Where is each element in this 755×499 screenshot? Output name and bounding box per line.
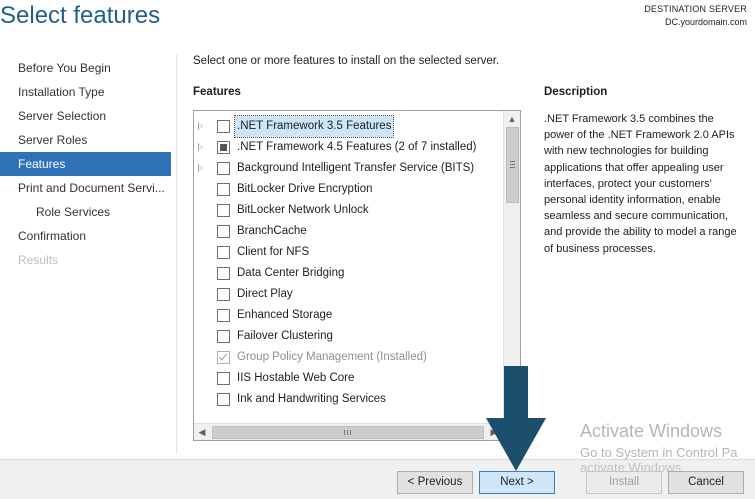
down-arrow-icon: [486, 366, 546, 471]
feature-checkbox[interactable]: [217, 120, 230, 133]
feature-label: BitLocker Network Unlock: [237, 204, 369, 216]
feature-row[interactable]: Enhanced Storage: [194, 305, 502, 326]
destination-server-label: DESTINATION SERVER: [644, 4, 747, 14]
feature-checkbox[interactable]: [217, 246, 230, 259]
feature-label: Failover Clustering: [237, 330, 333, 342]
features-list[interactable]: .NET Framework 3.5 Features .NET Framewor…: [193, 110, 521, 441]
expand-arrow-icon[interactable]: [198, 164, 203, 172]
grip-icon: [350, 430, 351, 435]
nav-item-before-you-begin[interactable]: Before You Begin: [0, 56, 171, 80]
feature-checkbox[interactable]: [217, 309, 230, 322]
grip-icon: [510, 164, 515, 165]
feature-label: IIS Hostable Web Core: [237, 372, 355, 384]
feature-row[interactable]: Direct Play: [194, 284, 502, 305]
feature-label: Client for NFS: [237, 246, 310, 258]
feature-row[interactable]: .NET Framework 4.5 Features (2 of 7 inst…: [194, 137, 502, 158]
scroll-up-icon[interactable]: ▲: [504, 111, 520, 127]
feature-label: Group Policy Management (Installed): [237, 351, 427, 363]
scroll-left-icon[interactable]: ◀: [194, 424, 210, 440]
feature-row[interactable]: Group Policy Management (Installed): [194, 347, 502, 368]
grip-icon: [510, 167, 515, 168]
feature-row[interactable]: IIS Hostable Web Core: [194, 368, 502, 389]
install-button[interactable]: Install: [586, 471, 662, 494]
nav-item-server-selection[interactable]: Server Selection: [0, 104, 171, 128]
watermark-title: Activate Windows: [580, 421, 723, 441]
feature-label: Enhanced Storage: [237, 309, 333, 321]
grip-icon: [344, 430, 345, 435]
feature-checkbox[interactable]: [217, 183, 230, 196]
destination-server-info: DESTINATION SERVER DC.yourdomain.com: [644, 3, 747, 29]
intro-text: Select one or more features to install o…: [193, 55, 500, 67]
feature-checkbox[interactable]: [217, 204, 230, 217]
feature-row[interactable]: BitLocker Drive Encryption: [194, 179, 502, 200]
destination-server-name: DC.yourdomain.com: [664, 17, 747, 27]
nav-item-features[interactable]: Features: [0, 152, 171, 176]
nav-item-print-and-document-servi[interactable]: Print and Document Servi...: [0, 176, 171, 200]
feature-row[interactable]: Data Center Bridging: [194, 263, 502, 284]
feature-label: Ink and Handwriting Services: [237, 393, 386, 405]
feature-row[interactable]: BranchCache: [194, 221, 502, 242]
previous-button[interactable]: < Previous: [397, 471, 473, 494]
feature-checkbox[interactable]: [217, 288, 230, 301]
feature-label: .NET Framework 4.5 Features (2 of 7 inst…: [237, 141, 477, 153]
feature-row[interactable]: BitLocker Network Unlock: [194, 200, 502, 221]
feature-row[interactable]: Background Intelligent Transfer Service …: [194, 158, 502, 179]
feature-checkbox[interactable]: [217, 330, 230, 343]
feature-row[interactable]: Failover Clustering: [194, 326, 502, 347]
feature-checkbox[interactable]: [217, 393, 230, 406]
description-text: .NET Framework 3.5 combines the power of…: [544, 113, 737, 255]
feature-checkbox[interactable]: [217, 267, 230, 280]
feature-row[interactable]: .NET Framework 3.5 Features: [194, 115, 502, 138]
feature-label: BitLocker Drive Encryption: [237, 183, 373, 195]
feature-row[interactable]: Ink and Handwriting Services: [194, 389, 502, 410]
feature-checkbox[interactable]: [217, 225, 230, 238]
feature-label: Data Center Bridging: [237, 267, 345, 279]
vertical-scroll-thumb[interactable]: [506, 127, 519, 203]
feature-checkbox[interactable]: [217, 162, 230, 175]
feature-label: .NET Framework 3.5 Features: [233, 115, 395, 138]
nav-item-confirmation[interactable]: Confirmation: [0, 224, 171, 248]
page-title: Select features: [0, 2, 161, 29]
activate-windows-watermark: Activate Windows Go to System in Control…: [580, 421, 738, 475]
wizard-nav: Before You Begin Installation Type Server …: [0, 56, 171, 272]
divider: [176, 54, 177, 454]
grip-icon: [347, 430, 348, 435]
description-heading: Description: [544, 86, 608, 98]
next-button[interactable]: Next >: [479, 471, 555, 494]
watermark-line: Go to System in Control Pa: [580, 445, 738, 460]
feature-checkbox: [217, 351, 230, 364]
feature-label: Direct Play: [237, 288, 293, 300]
nav-item-results: Results: [18, 253, 59, 267]
expand-arrow-icon[interactable]: [198, 143, 203, 151]
feature-label: BranchCache: [237, 225, 307, 237]
features-heading: Features: [193, 86, 241, 98]
horizontal-scroll-thumb[interactable]: [212, 426, 484, 439]
horizontal-scrollbar[interactable]: ◀ ▶: [194, 423, 502, 440]
expand-arrow-icon[interactable]: [198, 122, 203, 130]
feature-row[interactable]: Client for NFS: [194, 242, 502, 263]
feature-checkbox[interactable]: [217, 141, 230, 154]
nav-item-installation-type[interactable]: Installation Type: [0, 80, 171, 104]
grip-icon: [510, 161, 515, 162]
features-rows: .NET Framework 3.5 Features .NET Framewor…: [194, 115, 502, 410]
feature-checkbox[interactable]: [217, 372, 230, 385]
nav-item-role-services[interactable]: Role Services: [0, 200, 171, 224]
nav-item-server-roles[interactable]: Server Roles: [0, 128, 171, 152]
cancel-button[interactable]: Cancel: [668, 471, 744, 494]
feature-label: Background Intelligent Transfer Service …: [237, 162, 475, 174]
